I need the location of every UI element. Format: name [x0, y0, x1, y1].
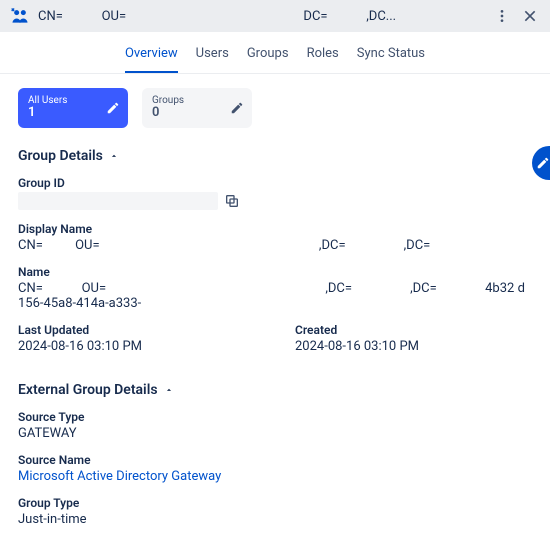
close-button[interactable]	[520, 6, 540, 26]
tab-users[interactable]: Users	[196, 46, 229, 73]
pencil-icon	[536, 156, 550, 170]
card-all-users-value: 1	[28, 106, 67, 120]
name-value: CN= OU= ,DC= ,DC= 4b32 d156-45a8-414a-a3…	[18, 281, 532, 311]
group-type-value: Just-in-time	[18, 512, 532, 527]
name-label: Name	[18, 265, 532, 279]
summary-cards: All Users 1 Groups 0	[0, 74, 550, 142]
source-name-link[interactable]: Microsoft Active Directory Gateway	[18, 469, 532, 484]
section-group-details-title: Group Details	[18, 148, 103, 164]
last-updated-value: 2024-08-16 03:10 PM	[18, 339, 255, 354]
copy-button[interactable]	[224, 193, 240, 209]
pencil-icon	[230, 101, 244, 115]
tab-sync-status[interactable]: Sync Status	[357, 46, 425, 73]
group-type-label: Group Type	[18, 496, 532, 510]
source-type-label: Source Type	[18, 410, 532, 424]
chevron-up-icon	[109, 151, 119, 161]
section-group-details-header[interactable]: Group Details	[18, 148, 532, 164]
content-area: Group Details Group ID Display Name CN= …	[0, 142, 550, 545]
group-icon	[10, 6, 30, 26]
source-name-label: Source Name	[18, 453, 532, 467]
tab-roles[interactable]: Roles	[307, 46, 339, 73]
tab-groups[interactable]: Groups	[247, 46, 289, 73]
source-type-value: GATEWAY	[18, 426, 532, 441]
group-id-value	[18, 192, 218, 210]
display-name-value: CN= OU= ,DC= ,DC=	[18, 238, 532, 253]
created-label: Created	[295, 323, 532, 337]
more-menu-button[interactable]	[492, 6, 512, 26]
card-groups[interactable]: Groups 0	[142, 88, 252, 128]
panel-title: CN= OU= DC= ,DC...	[38, 9, 484, 24]
display-name-label: Display Name	[18, 222, 532, 236]
card-groups-value: 0	[152, 106, 184, 120]
panel-header: CN= OU= DC= ,DC...	[0, 0, 550, 32]
card-all-users[interactable]: All Users 1	[18, 88, 128, 128]
tab-overview[interactable]: Overview	[125, 46, 178, 73]
tab-bar: Overview Users Groups Roles Sync Status	[0, 32, 550, 74]
last-updated-label: Last Updated	[18, 323, 255, 337]
copy-icon	[224, 193, 240, 209]
section-external-group-details-header[interactable]: External Group Details	[18, 382, 532, 398]
created-value: 2024-08-16 03:10 PM	[295, 339, 532, 354]
chevron-up-icon	[164, 385, 174, 395]
section-external-group-details-title: External Group Details	[18, 382, 158, 398]
pencil-icon	[106, 101, 120, 115]
group-id-label: Group ID	[18, 176, 532, 190]
